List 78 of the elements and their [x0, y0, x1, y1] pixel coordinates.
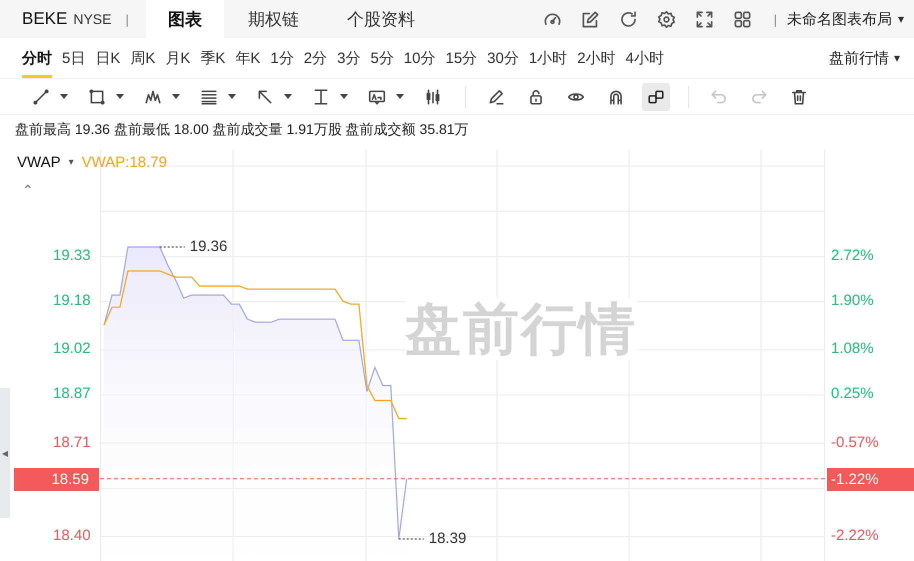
- period-tab[interactable]: 2小时: [577, 38, 616, 78]
- zigzag-icon: [144, 88, 162, 106]
- period-tab[interactable]: 周K: [130, 38, 156, 78]
- line-tool-icon: [32, 88, 50, 106]
- period-tab[interactable]: 30分: [487, 38, 519, 78]
- period-tab[interactable]: 1小时: [528, 38, 568, 78]
- dropdown-caret-icon: [396, 94, 404, 99]
- rectangle-tool-icon: [88, 88, 106, 106]
- period-tab[interactable]: 日K: [95, 38, 120, 78]
- leader-line: [159, 246, 186, 248]
- indicator-dropdown-caret[interactable]: ▾: [68, 157, 74, 168]
- percent-axis-label: 1.90%: [831, 292, 874, 310]
- tab[interactable]: 期权链: [224, 0, 323, 38]
- tab[interactable]: 图表: [146, 0, 224, 38]
- session-dropdown[interactable]: 盘前行情 ▾: [828, 38, 900, 78]
- dropdown-caret-icon: [340, 94, 348, 99]
- period-tab[interactable]: 5分: [370, 38, 394, 78]
- undo-icon: [710, 88, 728, 106]
- price-axis-label: 19.02: [53, 340, 91, 358]
- price-axis-label: 19.33: [53, 246, 91, 264]
- refresh-icon[interactable]: [618, 10, 638, 28]
- stock-symbol: BEKE: [22, 9, 68, 29]
- tool-button[interactable]: [642, 82, 670, 110]
- period-tab[interactable]: 3分: [337, 38, 360, 78]
- collapse-toggle[interactable]: ⌃: [22, 182, 34, 199]
- settings-icon[interactable]: [656, 10, 676, 28]
- period-tab[interactable]: 15分: [445, 38, 478, 78]
- price-axis-label: 18.40: [53, 527, 91, 544]
- indicator-name: VWAP: [17, 154, 61, 171]
- side-panel-handle[interactable]: ◀: [0, 388, 10, 518]
- dropdown-caret-icon: [60, 94, 68, 99]
- dropdown-caret-icon: [284, 94, 292, 99]
- vertical-measure-icon: [312, 88, 330, 106]
- arrow-icon: [256, 88, 274, 106]
- price-extreme-label: 19.36: [190, 238, 228, 255]
- pencil-icon: [487, 88, 505, 106]
- text-box-icon: [368, 88, 386, 106]
- separator: |: [125, 12, 129, 26]
- trash-icon: [790, 88, 808, 106]
- percent-axis-label: -2.22%: [831, 527, 879, 544]
- period-tab[interactable]: 分时: [22, 38, 52, 78]
- period-tab[interactable]: 5日: [62, 38, 86, 78]
- redo-icon: [750, 88, 768, 106]
- price-axis-label: 19.18: [53, 292, 91, 310]
- exchange-label: NYSE: [73, 11, 112, 27]
- stats-line: 盘前最高 19.36 盘前最低 18.00 盘前成交量 1.91万股 盘前成交额 35.81万: [14, 120, 470, 139]
- percent-axis-label: 2.72%: [831, 246, 874, 264]
- period-tab[interactable]: 10分: [404, 38, 436, 78]
- candlestick-icon: [424, 88, 442, 106]
- dropdown-caret-icon: [116, 94, 124, 99]
- percent-axis-label: -0.57%: [831, 434, 879, 451]
- price-axis-label: 18.71: [53, 434, 91, 451]
- period-tab[interactable]: 月K: [165, 38, 190, 78]
- tab[interactable]: 个股资料: [323, 0, 439, 38]
- separator: |: [774, 12, 777, 26]
- edit-icon[interactable]: [580, 10, 600, 28]
- horizontal-lines-icon: [200, 88, 218, 106]
- period-tab[interactable]: 年K: [235, 38, 260, 78]
- percent-axis-label: 0.25%: [831, 385, 874, 402]
- grid-layout-icon[interactable]: [732, 10, 752, 28]
- fullscreen-icon[interactable]: [694, 10, 714, 28]
- price-extreme-label: 18.39: [428, 530, 466, 548]
- price-axis-label: 18.87: [53, 385, 91, 402]
- two-squares-icon: [647, 88, 665, 106]
- period-tab[interactable]: 4小时: [626, 38, 664, 78]
- period-tab[interactable]: 2分: [304, 38, 328, 78]
- period-tab[interactable]: 季K: [200, 38, 226, 78]
- layout-dropdown[interactable]: 未命名图表布局 ▾: [786, 0, 914, 38]
- indicator-value: VWAP:18.79: [82, 154, 167, 171]
- unlocked-padlock-icon: [527, 88, 545, 106]
- magnet-icon: [607, 88, 625, 106]
- dropdown-caret-icon: [172, 94, 180, 99]
- dropdown-caret-icon: [228, 94, 236, 99]
- current-price-tag: 18.59: [14, 468, 99, 491]
- percent-axis-label: 1.08%: [831, 340, 874, 358]
- period-tab[interactable]: 1分: [270, 38, 294, 78]
- price-change-tag: -1.22%: [827, 468, 914, 491]
- leader-line: [398, 538, 424, 540]
